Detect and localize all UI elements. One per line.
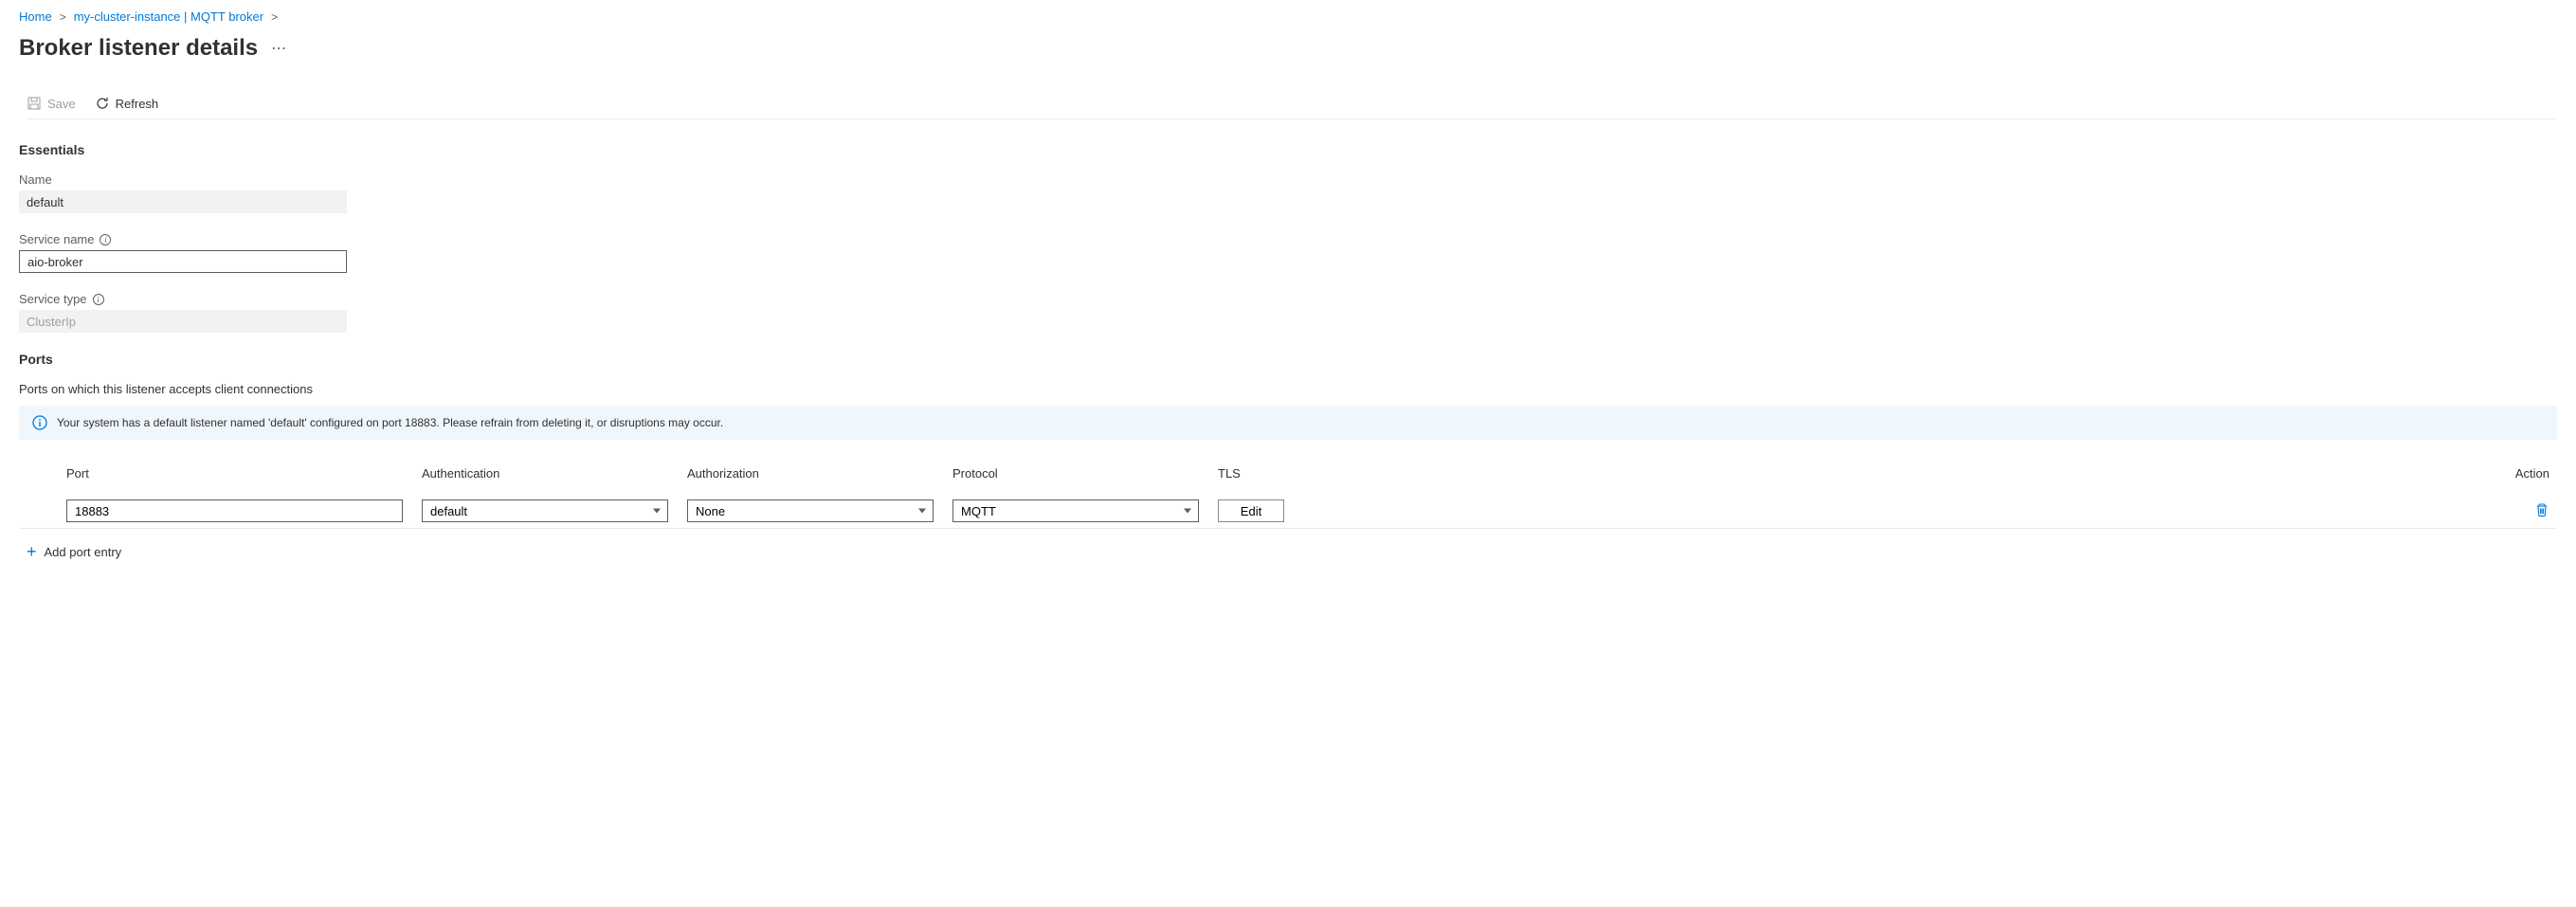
col-header-protocol: Protocol bbox=[952, 466, 1218, 481]
page-title-row: Broker listener details ⋯ bbox=[19, 35, 2557, 62]
ports-section: Ports Ports on which this listener accep… bbox=[19, 352, 2557, 575]
chevron-right-icon: > bbox=[60, 10, 66, 24]
col-header-authentication: Authentication bbox=[422, 466, 687, 481]
name-group: Name bbox=[19, 172, 2557, 213]
tls-edit-button[interactable]: Edit bbox=[1218, 499, 1284, 522]
toolbar: Save Refresh bbox=[27, 88, 2557, 119]
info-icon bbox=[32, 415, 47, 430]
plus-icon: + bbox=[27, 542, 37, 562]
service-type-group: Service type i bbox=[19, 292, 2557, 333]
breadcrumb: Home > my-cluster-instance | MQTT broker… bbox=[19, 9, 2557, 24]
col-header-tls: TLS bbox=[1218, 466, 1436, 481]
essentials-heading: Essentials bbox=[19, 142, 2557, 157]
add-port-button[interactable]: + Add port entry bbox=[19, 529, 129, 575]
ports-description: Ports on which this listener accepts cli… bbox=[19, 382, 2557, 396]
authentication-select[interactable]: default bbox=[422, 499, 668, 522]
more-actions-icon[interactable]: ⋯ bbox=[271, 39, 286, 58]
essentials-section: Essentials Name Service name i Service t… bbox=[19, 142, 2557, 333]
ports-heading: Ports bbox=[19, 352, 2557, 367]
name-field bbox=[19, 190, 347, 213]
col-header-authorization: Authorization bbox=[687, 466, 952, 481]
service-name-label: Service name i bbox=[19, 232, 2557, 246]
delete-icon[interactable] bbox=[2534, 502, 2549, 517]
name-label: Name bbox=[19, 172, 2557, 187]
service-type-label: Service type i bbox=[19, 292, 2557, 306]
add-port-label: Add port entry bbox=[45, 545, 122, 559]
col-header-port: Port bbox=[66, 466, 422, 481]
page-title: Broker listener details bbox=[19, 35, 258, 62]
info-icon[interactable]: i bbox=[93, 294, 104, 305]
ports-table-header: Port Authentication Authorization Protoc… bbox=[19, 466, 2557, 494]
info-icon[interactable]: i bbox=[100, 234, 111, 245]
breadcrumb-home[interactable]: Home bbox=[19, 9, 52, 24]
save-label: Save bbox=[47, 97, 76, 111]
info-banner-text: Your system has a default listener named… bbox=[57, 416, 723, 429]
info-banner: Your system has a default listener named… bbox=[19, 406, 2557, 440]
save-icon bbox=[27, 96, 42, 111]
refresh-label: Refresh bbox=[116, 97, 159, 111]
service-name-group: Service name i bbox=[19, 232, 2557, 273]
chevron-right-icon: > bbox=[271, 10, 278, 24]
refresh-icon bbox=[95, 96, 110, 111]
refresh-button[interactable]: Refresh bbox=[95, 96, 159, 111]
save-button[interactable]: Save bbox=[27, 96, 76, 111]
col-header-action: Action bbox=[1436, 466, 2557, 481]
port-input[interactable] bbox=[66, 499, 403, 522]
service-type-field bbox=[19, 310, 347, 333]
authorization-select[interactable]: None bbox=[687, 499, 934, 522]
breadcrumb-cluster[interactable]: my-cluster-instance | MQTT broker bbox=[74, 9, 263, 24]
service-name-field[interactable] bbox=[19, 250, 347, 273]
table-row: default None MQTT Edit bbox=[19, 494, 2557, 529]
ports-table: Port Authentication Authorization Protoc… bbox=[19, 466, 2557, 529]
protocol-select[interactable]: MQTT bbox=[952, 499, 1199, 522]
